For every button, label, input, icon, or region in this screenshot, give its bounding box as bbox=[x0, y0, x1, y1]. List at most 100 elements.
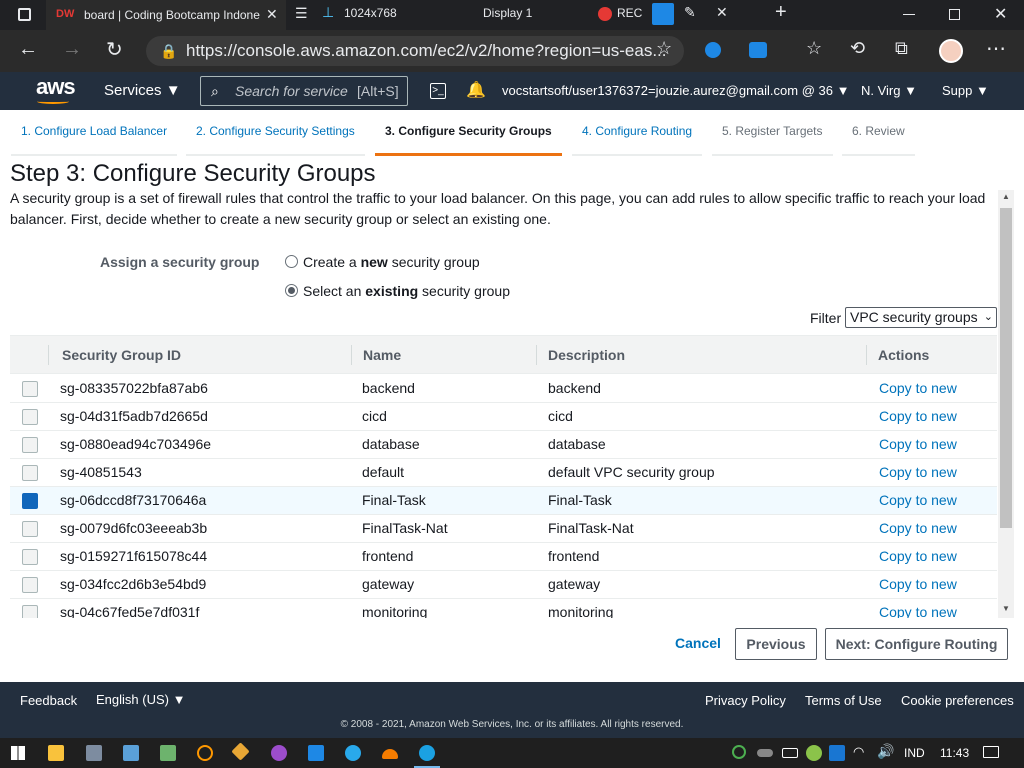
support-menu[interactable]: Supp ▼ bbox=[942, 72, 989, 110]
favorite-star-icon[interactable]: ☆ bbox=[656, 38, 672, 59]
scroll-down-icon[interactable]: ▼ bbox=[1002, 604, 1010, 613]
edge-browser-icon[interactable] bbox=[419, 745, 435, 761]
copy-to-new-link[interactable]: Copy to new bbox=[879, 487, 957, 514]
aws-search-field[interactable]: ⌕ Search for service [Alt+S] bbox=[200, 76, 408, 106]
notification-center-icon[interactable] bbox=[983, 746, 999, 758]
language-selector[interactable]: English (US) ▼ bbox=[96, 692, 185, 707]
terms-of-use-link[interactable]: Terms of Use bbox=[805, 693, 882, 708]
row-checkbox[interactable] bbox=[22, 493, 38, 509]
scrollbar-thumb[interactable] bbox=[1000, 208, 1012, 528]
git-icon[interactable] bbox=[231, 742, 250, 761]
table-row[interactable]: sg-06dccd8f73170646a Final-Task Final-Task… bbox=[10, 487, 997, 515]
cookie-preferences-link[interactable]: Cookie preferences bbox=[901, 693, 1014, 708]
url-field[interactable]: 🔒 https://console.aws.amazon.com/ec2/v2/… bbox=[146, 36, 684, 66]
copy-to-new-link[interactable]: Copy to new bbox=[879, 599, 957, 618]
table-scrollbar[interactable]: ▲ ▼ bbox=[998, 190, 1014, 618]
table-row[interactable]: sg-0880ead94c703496e database database Copy… bbox=[10, 431, 997, 459]
cloud-app-icon[interactable] bbox=[382, 749, 398, 759]
step-configure-security-groups[interactable]: 3. Configure Security Groups bbox=[375, 120, 562, 156]
browser-menu-icon[interactable] bbox=[18, 8, 31, 21]
windows-start-icon[interactable] bbox=[11, 746, 25, 760]
privacy-policy-link[interactable]: Privacy Policy bbox=[705, 693, 786, 708]
table-row[interactable]: sg-034fcc2d6b3e54bd9 gateway gateway Copy t… bbox=[10, 571, 997, 599]
tab-list-icon[interactable]: ☰ bbox=[295, 5, 308, 22]
copy-to-new-link[interactable]: Copy to new bbox=[879, 403, 957, 430]
tray-app-icon[interactable] bbox=[806, 745, 822, 761]
row-checkbox[interactable] bbox=[22, 521, 38, 537]
row-checkbox[interactable] bbox=[22, 437, 38, 453]
collections-icon[interactable]: ⧉ bbox=[895, 38, 908, 59]
copy-to-new-link[interactable]: Copy to new bbox=[879, 515, 957, 542]
step-configure-load-balancer[interactable]: 1. Configure Load Balancer bbox=[11, 120, 178, 156]
scroll-up-icon[interactable]: ▲ bbox=[1002, 192, 1010, 201]
table-row[interactable]: sg-0159271f615078c44 frontend frontend Copy… bbox=[10, 543, 997, 571]
table-row[interactable]: sg-40851543 default default VPC security g… bbox=[10, 459, 997, 487]
pen-icon[interactable]: ✎ bbox=[684, 4, 696, 21]
row-checkbox[interactable] bbox=[22, 577, 38, 593]
row-checkbox[interactable] bbox=[22, 381, 38, 397]
toolbar-close-icon[interactable]: ✕ bbox=[716, 4, 728, 21]
next-configure-routing-button[interactable]: Next: Configure Routing bbox=[825, 628, 1008, 660]
cloudshell-icon[interactable]: >_ bbox=[430, 83, 446, 99]
cancel-button[interactable]: Cancel bbox=[668, 628, 728, 660]
app-icon[interactable] bbox=[197, 745, 213, 761]
extension-camera-icon[interactable] bbox=[749, 42, 767, 58]
feedback-link[interactable]: Feedback bbox=[20, 693, 77, 708]
radio-select-existing[interactable] bbox=[285, 284, 298, 297]
extension-search-icon[interactable] bbox=[705, 42, 721, 58]
copy-to-new-link[interactable]: Copy to new bbox=[879, 375, 957, 402]
step-configure-security-settings[interactable]: 2. Configure Security Settings bbox=[186, 120, 365, 156]
new-tab-icon[interactable]: + bbox=[775, 1, 787, 24]
copy-to-new-link[interactable]: Copy to new bbox=[879, 571, 957, 598]
tab-close-icon[interactable]: ✕ bbox=[266, 6, 278, 23]
notifications-bell-icon[interactable]: 🔔 bbox=[466, 80, 486, 100]
input-language[interactable]: IND bbox=[904, 746, 925, 760]
services-menu[interactable]: Services ▼ bbox=[104, 72, 181, 110]
volume-icon[interactable]: 🔊 bbox=[877, 743, 894, 760]
copy-to-new-link[interactable]: Copy to new bbox=[879, 459, 957, 486]
header-name[interactable]: Name bbox=[351, 336, 401, 374]
clock[interactable]: 11:43 bbox=[940, 746, 969, 760]
copy-to-new-link[interactable]: Copy to new bbox=[879, 431, 957, 458]
previous-button[interactable]: Previous bbox=[735, 628, 817, 660]
copy-to-new-link[interactable]: Copy to new bbox=[879, 543, 957, 570]
battery-icon[interactable] bbox=[782, 748, 798, 758]
record-icon[interactable] bbox=[598, 7, 612, 21]
file-explorer-icon[interactable] bbox=[48, 745, 64, 761]
table-row[interactable]: sg-04c67fed5e7df031f monitoring monitoring… bbox=[10, 599, 997, 618]
header-description[interactable]: Description bbox=[536, 336, 625, 374]
onedrive-icon[interactable] bbox=[757, 749, 773, 757]
app-icon[interactable] bbox=[86, 745, 102, 761]
tray-status-icon[interactable] bbox=[732, 745, 746, 759]
region-menu[interactable]: N. Virg ▼ bbox=[861, 72, 917, 110]
history-icon[interactable]: ⟲ bbox=[850, 38, 865, 59]
forward-icon[interactable]: → bbox=[62, 38, 82, 61]
back-icon[interactable]: ← bbox=[18, 38, 38, 61]
app-icon[interactable] bbox=[160, 745, 176, 761]
more-menu-icon[interactable]: ⋯ bbox=[986, 36, 1006, 61]
header-security-group-id[interactable]: Security Group ID bbox=[50, 336, 181, 374]
row-checkbox[interactable] bbox=[22, 409, 38, 425]
vscode-icon[interactable] bbox=[308, 745, 324, 761]
restore-icon[interactable] bbox=[949, 9, 960, 20]
window-close-icon[interactable]: ✕ bbox=[994, 4, 1007, 24]
minimize-icon[interactable] bbox=[903, 14, 915, 15]
favorites-icon[interactable]: ☆ bbox=[806, 38, 822, 59]
wifi-icon[interactable]: ◠ bbox=[853, 744, 864, 760]
table-row[interactable]: sg-0079d6fc03eeeab3b FinalTask-Nat FinalTa… bbox=[10, 515, 997, 543]
table-row[interactable]: sg-04d31f5adb7d2665d cicd cicd Copy to new bbox=[10, 403, 997, 431]
app-icon[interactable] bbox=[123, 745, 139, 761]
telegram-icon[interactable] bbox=[345, 745, 361, 761]
browser-tab[interactable]: DW board | Coding Bootcamp Indone ✕ bbox=[46, 0, 286, 30]
radio-create-new[interactable] bbox=[285, 255, 298, 268]
screenshot-icon[interactable] bbox=[652, 3, 674, 25]
step-configure-routing[interactable]: 4. Configure Routing bbox=[572, 120, 703, 156]
row-checkbox[interactable] bbox=[22, 549, 38, 565]
pin-icon[interactable]: ⊥ bbox=[322, 4, 334, 21]
tray-app-icon[interactable] bbox=[829, 745, 845, 761]
table-row[interactable]: sg-083357022bfa87ab6 backend backend Copy t… bbox=[10, 375, 997, 403]
filter-select[interactable]: VPC security groups ⌄ bbox=[845, 307, 997, 328]
row-checkbox[interactable] bbox=[22, 605, 38, 618]
row-checkbox[interactable] bbox=[22, 465, 38, 481]
profile-avatar[interactable] bbox=[939, 39, 963, 63]
